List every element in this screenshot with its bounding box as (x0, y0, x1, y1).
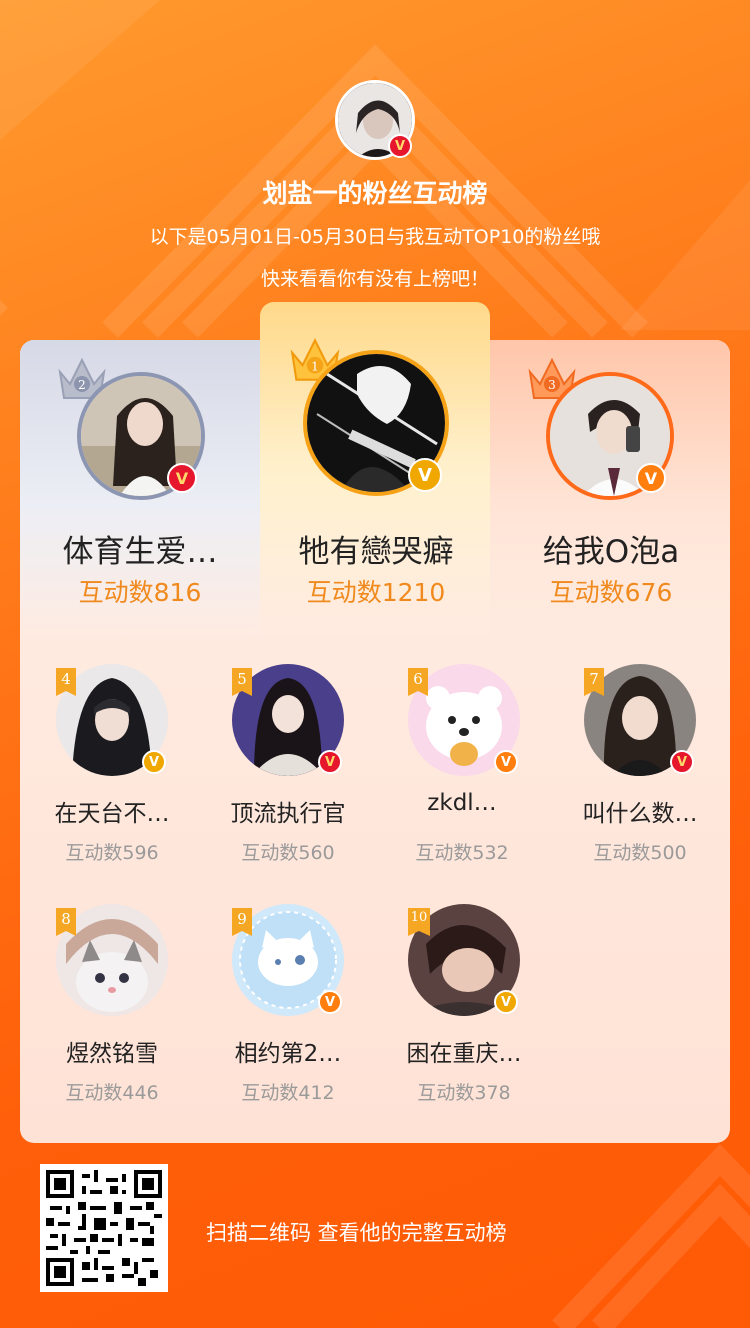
list-score-rank-4: 互动数596 (65, 842, 159, 864)
svg-text:1: 1 (311, 358, 319, 373)
podium-name-rank-1[interactable]: 牠有戀哭癖 (261, 526, 491, 571)
qr-code-icon (46, 1170, 162, 1286)
list-name-rank-4[interactable]: 在天台不… (32, 794, 192, 828)
list-name-rank-5[interactable]: 顶流执行官 (208, 794, 368, 828)
list-name-rank-7[interactable]: 叫什么数… (560, 794, 720, 828)
podium-score-rank-1: 互动数1210 (306, 578, 446, 607)
subtitle-line-1: 以下是05月01日-05月30日与我互动TOP10的粉丝哦 (149, 226, 601, 248)
list-score-rank-10: 互动数378 (417, 1082, 511, 1104)
list-name-rank-9[interactable]: 相约第2… (208, 1034, 368, 1068)
podium-name-rank-3[interactable]: 给我O泡a (496, 526, 726, 571)
list-name-rank-6[interactable]: zkdl… (382, 790, 542, 816)
qr-caption: 扫描二维码 查看他的完整互动榜 (206, 1221, 507, 1245)
verified-rank-6-icon: V (494, 750, 518, 774)
verified-rank-1-icon: V (408, 458, 442, 492)
verified-rank-4-icon: V (142, 750, 166, 774)
podium-score-rank-3: 互动数676 (549, 578, 673, 607)
list-score-rank-7: 互动数500 (593, 842, 687, 864)
verified-rank-2-icon: V (167, 463, 197, 493)
podium-score-rank-2: 互动数816 (78, 578, 202, 607)
list-score-rank-5: 互动数560 (241, 842, 335, 864)
verified-rank-3-icon: V (636, 463, 666, 493)
list-score-rank-9: 互动数412 (241, 1082, 335, 1104)
subtitle-line-2: 快来看看你有没有上榜吧！ (260, 268, 489, 290)
verified-rank-9-icon: V (318, 990, 342, 1014)
verified-rank-10-icon: V (494, 990, 518, 1014)
owner-verified-icon: V (388, 134, 412, 158)
verified-rank-7-icon: V (670, 750, 694, 774)
verified-rank-5-icon: V (318, 750, 342, 774)
list-score-rank-6: 互动数532 (415, 842, 509, 864)
qr-code[interactable] (40, 1164, 168, 1292)
list-name-rank-10[interactable]: 困在重庆… (384, 1034, 544, 1068)
list-name-rank-8[interactable]: 煜然铭雪 (32, 1034, 192, 1068)
page-title: 划盐一的粉丝互动榜 (262, 179, 488, 208)
svg-text:3: 3 (548, 378, 556, 392)
podium-name-rank-2[interactable]: 体育生爱… (25, 526, 255, 571)
list-score-rank-8: 互动数446 (65, 1082, 159, 1104)
svg-text:2: 2 (78, 378, 86, 392)
